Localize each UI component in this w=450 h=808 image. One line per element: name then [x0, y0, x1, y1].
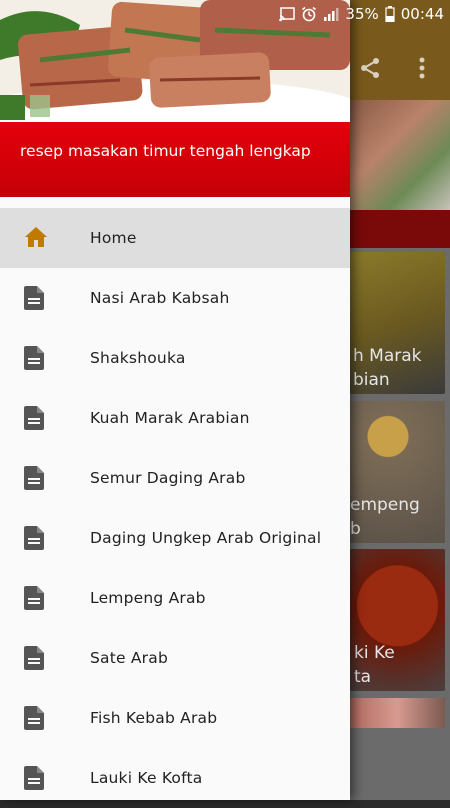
document-icon	[24, 406, 46, 430]
menu-item-daging-ungkep-arab-original[interactable]: Daging Ungkep Arab Original	[0, 508, 350, 568]
drawer-header: resep masakan timur tengah lengkap	[0, 122, 350, 197]
menu-item-sate-arab[interactable]: Sate Arab	[0, 628, 350, 688]
recipe-card[interactable]: ki Ke ta	[350, 549, 445, 691]
menu-item-shakshouka[interactable]: Shakshouka	[0, 328, 350, 388]
battery-percent: 35%	[345, 5, 379, 23]
menu-item-semur-daging-arab[interactable]: Semur Daging Arab	[0, 448, 350, 508]
menu-item-label: Shakshouka	[90, 349, 186, 367]
drawer-menu: Home Nasi Arab Kabsah Shakshouka Kuah Ma…	[0, 208, 350, 808]
card-title: ki Ke ta	[354, 643, 395, 687]
overflow-menu-icon[interactable]	[402, 48, 442, 88]
menu-item-home[interactable]: Home	[0, 208, 350, 268]
app-banner-image	[350, 100, 450, 210]
home-icon	[24, 226, 47, 250]
document-icon	[24, 526, 46, 550]
menu-item-lempeng-arab[interactable]: Lempeng Arab	[0, 568, 350, 628]
app-title: resep masakan timur tengah lengkap	[20, 142, 311, 160]
document-icon	[24, 286, 46, 310]
recipe-card[interactable]: h Marak bian	[350, 252, 445, 394]
menu-item-nasi-arab-kabsah[interactable]: Nasi Arab Kabsah	[0, 268, 350, 328]
recipe-card[interactable]: empeng b	[350, 401, 445, 543]
document-icon	[24, 706, 46, 730]
menu-item-label: Home	[90, 229, 137, 247]
cast-icon	[279, 6, 296, 22]
app-title-bar	[350, 210, 450, 248]
menu-item-fish-kebab-arab[interactable]: Fish Kebab Arab	[0, 688, 350, 748]
signal-icon	[323, 6, 339, 22]
battery-icon	[385, 6, 395, 23]
menu-item-label: Semur Daging Arab	[90, 469, 246, 487]
document-icon	[24, 346, 46, 370]
card-title: empeng b	[350, 495, 420, 539]
menu-item-label: Fish Kebab Arab	[90, 709, 218, 727]
menu-item-lauki-ke-kofta[interactable]: Lauki Ke Kofta	[0, 748, 350, 808]
menu-item-label: Lempeng Arab	[90, 589, 206, 607]
clock: 00:44	[400, 5, 444, 23]
menu-item-label: Kuah Marak Arabian	[90, 409, 250, 427]
card-title: h Marak bian	[353, 346, 422, 390]
status-bar: 35% 00:44	[0, 0, 450, 30]
document-icon	[24, 766, 46, 790]
menu-item-kuah-marak-arabian[interactable]: Kuah Marak Arabian	[0, 388, 350, 448]
alarm-icon	[301, 6, 317, 22]
menu-item-label: Sate Arab	[90, 649, 168, 667]
card-image	[350, 698, 445, 728]
document-icon	[24, 586, 46, 610]
menu-item-label: Daging Ungkep Arab Original	[90, 529, 322, 547]
share-icon[interactable]	[350, 48, 390, 88]
document-icon	[24, 646, 46, 670]
menu-item-label: Nasi Arab Kabsah	[90, 289, 230, 307]
navigation-drawer: resep masakan timur tengah lengkap Home …	[0, 0, 350, 800]
recipe-card[interactable]	[350, 698, 445, 728]
document-icon	[24, 466, 46, 490]
menu-item-label: Lauki Ke Kofta	[90, 769, 203, 787]
